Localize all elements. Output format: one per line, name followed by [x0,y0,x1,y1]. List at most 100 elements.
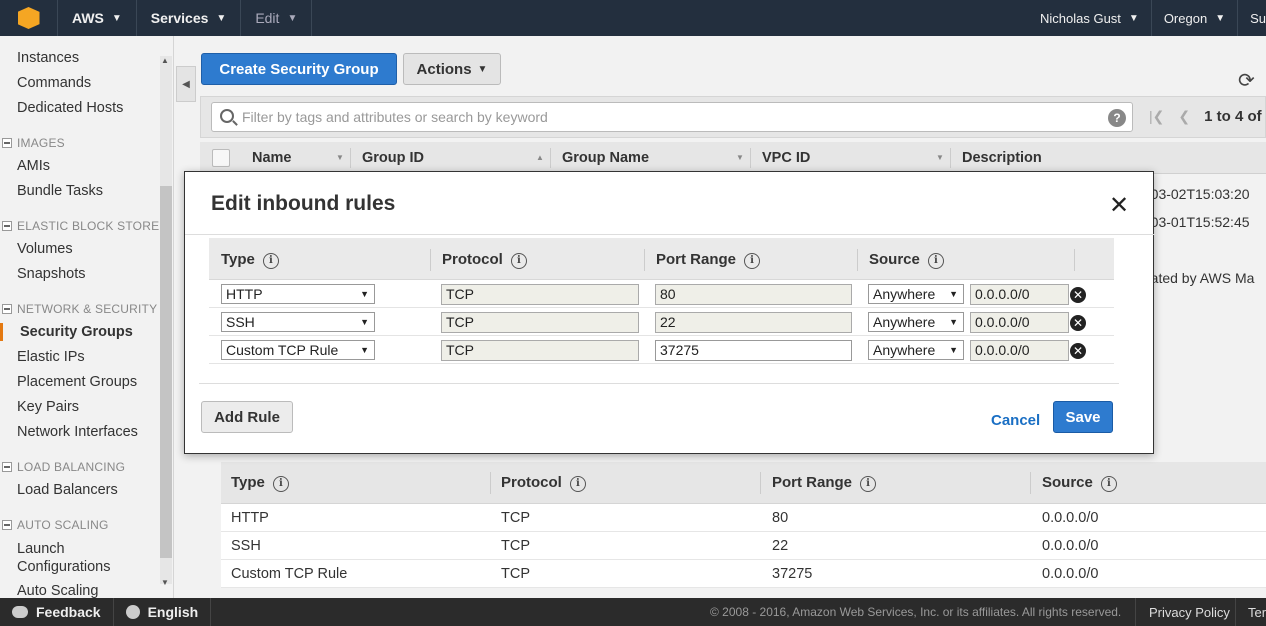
cell-type: HTTP [231,510,269,526]
column-vpc-id[interactable]: VPC ID [762,150,810,166]
source-value: Anywhere [873,342,936,358]
actions-button[interactable]: Actions ▼ [403,53,501,85]
column-divider [430,249,431,271]
aws-menu[interactable]: AWS ▼ [58,0,137,36]
type-select[interactable]: SSH ▼ [221,312,375,332]
column-divider [750,148,751,168]
sidebar-item-key-pairs[interactable]: Key Pairs [17,399,79,415]
column-type: Type i [221,251,279,269]
type-value: SSH [226,314,255,330]
column-group-id[interactable]: Group ID [362,150,424,166]
sidebar-item-commands[interactable]: Commands [17,75,91,91]
pagination: |❮ ❮ 1 to 4 of [1149,108,1262,125]
dropdown-arrow-icon: ▼ [949,317,958,327]
collapse-sidebar-button[interactable]: ◀ [176,66,196,102]
cell-source: 0.0.0.0/0 [1042,538,1099,554]
sidebar-item-load-balancers[interactable]: Load Balancers [17,482,118,498]
region-menu[interactable]: Oregon ▼ [1152,0,1239,36]
section-label: NETWORK & SECURITY [17,302,158,316]
sort-icon[interactable]: ▲ [536,153,544,162]
sort-icon[interactable]: ▼ [336,153,344,162]
info-icon[interactable]: i [1100,476,1117,492]
delete-rule-icon[interactable]: ✕ [1070,343,1086,359]
scroll-down-icon[interactable]: ▼ [161,578,169,587]
sidebar-item-dedicated-hosts[interactable]: Dedicated Hosts [17,100,123,116]
sidebar-item-launch-configurations[interactable]: Launch Configurations [17,540,147,576]
info-icon[interactable]: i [272,476,289,492]
info-icon[interactable]: i [510,253,527,269]
cancel-button[interactable]: Cancel [991,412,1040,429]
column-divider [550,148,551,168]
language-selector[interactable]: English [114,598,212,626]
sidebar-item-volumes[interactable]: Volumes [17,241,73,257]
create-security-group-button[interactable]: Create Security Group [201,53,397,85]
cell-port: 80 [772,510,789,526]
close-icon[interactable]: ✕ [1109,192,1129,220]
source-select[interactable]: Anywhere ▼ [868,340,964,360]
feedback-link[interactable]: Feedback [0,598,114,626]
sort-icon[interactable]: ▼ [736,153,744,162]
info-icon[interactable]: i [262,253,279,269]
delete-rule-icon[interactable]: ✕ [1070,287,1086,303]
source-select[interactable]: Anywhere ▼ [868,284,964,304]
chevron-down-icon: ▼ [477,63,488,75]
column-divider [1074,249,1075,271]
select-all-checkbox[interactable] [212,149,230,167]
delete-rule-icon[interactable]: ✕ [1070,315,1086,331]
privacy-policy-link[interactable]: Privacy Policy [1149,605,1230,620]
column-description[interactable]: Description [962,150,1042,166]
previous-page-icon[interactable]: ❮ [1178,108,1190,125]
sidebar-item-placement-groups[interactable]: Placement Groups [17,374,137,390]
sidebar-item-amis[interactable]: AMIs [17,158,50,174]
services-menu[interactable]: Services ▼ [137,0,242,36]
cidr-field[interactable]: 0.0.0.0/0 [970,340,1069,361]
first-page-icon[interactable]: |❮ [1149,108,1164,125]
sidebar-section-network-security[interactable]: NETWORK & SECURITY [2,302,157,316]
inbound-rules-table: Type i Protocol i Port Range i Source i HTTP… [221,462,1266,588]
sidebar-item-network-interfaces[interactable]: Network Interfaces [17,424,138,440]
help-icon[interactable]: ? [1108,109,1126,127]
column-name[interactable]: Name [252,150,292,166]
source-select[interactable]: Anywhere ▼ [868,312,964,332]
sidebar-scroll-thumb[interactable] [160,186,172,558]
type-select[interactable]: Custom TCP Rule ▼ [221,340,375,360]
info-icon[interactable]: i [927,253,944,269]
info-icon[interactable]: i [744,253,761,269]
sidebar-item-snapshots[interactable]: Snapshots [17,266,86,282]
source-value: Anywhere [873,314,936,330]
user-menu[interactable]: Nicholas Gust ▼ [1028,0,1152,36]
support-menu[interactable]: Su [1238,0,1266,36]
cidr-field[interactable]: 0.0.0.0/0 [970,312,1069,333]
info-icon[interactable]: i [860,476,877,492]
aws-cube-icon[interactable] [0,0,58,36]
port-range-field[interactable]: 22 [655,312,852,333]
column-label: Type [231,474,265,491]
rule-row: Custom TCP Rule ▼ TCP 37275 Anywhere ▼ 0.0… [209,336,1114,364]
column-protocol: Protocol i [442,251,527,269]
cidr-field[interactable]: 0.0.0.0/0 [970,284,1069,305]
type-select[interactable]: HTTP ▼ [221,284,375,304]
sidebar-section-images[interactable]: IMAGES [2,136,65,150]
sidebar-item-instances[interactable]: Instances [17,50,79,66]
scroll-up-icon[interactable]: ▲ [161,56,169,65]
sidebar-section-ebs[interactable]: ELASTIC BLOCK STORE [2,219,159,233]
sidebar-item-elastic-ips[interactable]: Elastic IPs [17,349,85,365]
column-group-name[interactable]: Group Name [562,150,649,166]
sidebar-item-auto-scaling[interactable]: Auto Scaling [17,583,98,598]
sidebar-section-load-balancing[interactable]: LOAD BALANCING [2,460,125,474]
filter-input[interactable]: Filter by tags and attributes or search … [211,102,1133,132]
save-button[interactable]: Save [1053,401,1113,433]
port-range-field[interactable]: 37275 [655,340,852,361]
table-row: Custom TCP Rule TCP 37275 0.0.0.0/0 [221,560,1266,588]
cell-protocol: TCP [501,510,530,526]
sidebar-item-bundle-tasks[interactable]: Bundle Tasks [17,183,103,199]
port-range-field[interactable]: 80 [655,284,852,305]
sidebar-item-security-groups[interactable]: Security Groups [20,324,133,340]
sort-icon[interactable]: ▼ [936,153,944,162]
terms-link[interactable]: Ter [1248,605,1266,620]
info-icon[interactable]: i [569,476,586,492]
add-rule-button[interactable]: Add Rule [201,401,293,433]
sidebar-section-auto-scaling[interactable]: AUTO SCALING [2,518,109,532]
edit-menu[interactable]: Edit ▼ [241,0,313,36]
refresh-icon[interactable]: ⟳ [1238,68,1255,93]
